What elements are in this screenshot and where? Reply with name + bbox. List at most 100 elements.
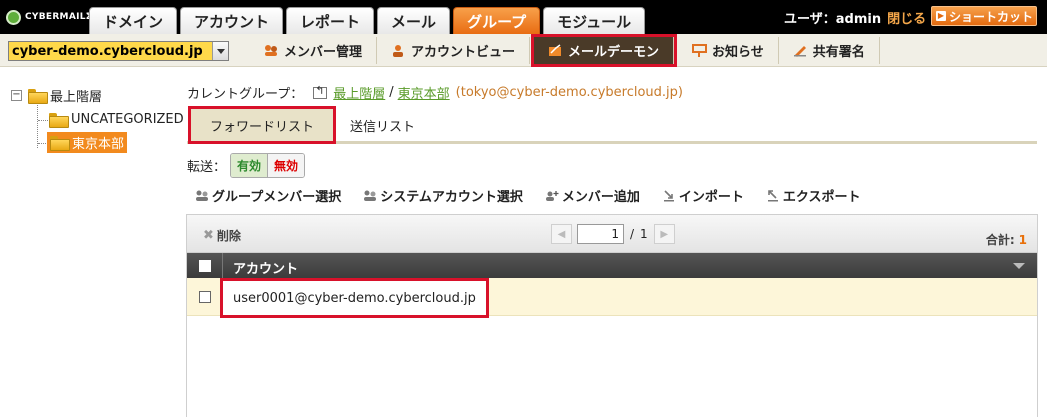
tree-node-tokyo[interactable]: 東京本部	[47, 131, 128, 153]
tree-node-root[interactable]: − 最上階層	[11, 86, 103, 105]
members-icon	[265, 45, 277, 56]
subnav-notice[interactable]: お知らせ	[678, 37, 779, 64]
pager: ◀ 1 / 1 ▶	[551, 224, 675, 244]
tab-module[interactable]: モジュール	[543, 7, 646, 34]
action-label: インポート	[678, 190, 744, 205]
breadcrumb: カレントグループ： 最上階層 / 東京本部 (tokyo@cyber-demo.…	[187, 83, 683, 103]
app-logo: CYBERMAILΣ	[6, 9, 92, 25]
signature-icon	[793, 46, 806, 57]
shortcut-label: ショートカット	[949, 9, 1034, 24]
subnav-member-management[interactable]: メンバー管理	[250, 37, 378, 64]
subnav-label: メールデーモン	[568, 45, 660, 60]
row-checkbox[interactable]	[199, 291, 211, 303]
total-value: 1	[1018, 233, 1027, 247]
subnav-label: お知らせ	[712, 45, 764, 60]
total-count: 合計: 1	[986, 231, 1027, 248]
breadcrumb-separator: /	[389, 85, 394, 100]
group-members-icon	[196, 190, 208, 201]
parent-folder-icon[interactable]	[313, 84, 328, 99]
column-header-account[interactable]: アカウント	[233, 258, 298, 277]
close-link[interactable]: 閉じる	[887, 8, 926, 27]
tab-forward-list[interactable]: フォワードリスト	[188, 106, 336, 144]
tab-report[interactable]: レポート	[286, 7, 375, 34]
action-label: システムアカウント選択	[380, 190, 523, 205]
add-member-icon	[545, 190, 559, 201]
account-view-icon	[393, 45, 404, 57]
group-sub-nav: メンバー管理 アカウントビュー メールデーモン お知らせ 共有署名	[250, 34, 880, 67]
transfer-setting: 転送： 有効 無効	[187, 153, 306, 178]
system-accounts-icon	[364, 190, 377, 201]
notice-icon	[692, 44, 708, 57]
tab-group[interactable]: グループ	[453, 7, 541, 34]
forward-list-grid: ✖ 削除 ◀ 1 / 1 ▶ 合計: 1 アカウント user0001@cyber…	[186, 214, 1038, 417]
select-all-checkbox[interactable]	[198, 259, 211, 272]
collapse-icon[interactable]: −	[11, 89, 22, 101]
tab-mail[interactable]: メール	[377, 7, 451, 34]
action-label: グループメンバー選択	[212, 190, 342, 205]
import-icon	[663, 189, 674, 201]
breadcrumb-label: カレントグループ：	[187, 87, 304, 102]
domain-select[interactable]: cyber-demo.cybercloud.jp	[8, 41, 229, 61]
sort-down-icon[interactable]	[1013, 263, 1025, 269]
total-pages: 1	[640, 227, 648, 241]
subnav-label: メンバー管理	[284, 45, 363, 60]
group-tree: − 最上階層 UNCATEGORIZED 東京本部	[0, 78, 184, 417]
export-icon	[767, 189, 778, 201]
tree-node-selected[interactable]: 東京本部	[47, 131, 128, 153]
next-page-icon[interactable]: ▶	[653, 224, 675, 244]
user-label: ユーザ：admin	[784, 11, 882, 27]
logo-mark-icon	[6, 9, 21, 25]
sub-bar: cyber-demo.cybercloud.jp メンバー管理 アカウントビュー…	[0, 34, 1047, 67]
tree-node-label: 東京本部	[72, 136, 125, 152]
select-group-members-button[interactable]: グループメンバー選択	[195, 186, 341, 205]
action-label: メンバー追加	[561, 190, 640, 205]
main-tabs: ドメイン アカウント レポート メール グループ モジュール	[89, 7, 648, 34]
subnav-label: アカウントビュー	[411, 45, 516, 60]
table-row[interactable]: user0001@cyber-demo.cybercloud.jp	[187, 278, 1037, 318]
breadcrumb-current-link[interactable]: 東京本部	[398, 83, 450, 102]
subnav-shared-signature[interactable]: 共有署名	[779, 37, 880, 64]
total-label: 合計:	[985, 233, 1015, 247]
logo-text: CYBERMAILΣ	[25, 12, 93, 22]
prev-page-icon[interactable]: ◀	[551, 224, 572, 244]
tree-node-uncategorized[interactable]: UNCATEGORIZED	[49, 110, 184, 128]
domain-select-value: cyber-demo.cybercloud.jp	[12, 43, 203, 59]
arrow-right-icon: ▶	[936, 11, 946, 21]
account-cell: user0001@cyber-demo.cybercloud.jp	[220, 278, 489, 318]
subnav-label: 共有署名	[812, 45, 865, 60]
tab-send-list[interactable]: 送信リスト	[350, 109, 415, 141]
add-member-button[interactable]: メンバー追加	[545, 186, 640, 205]
top-bar: CYBERMAILΣ ドメイン アカウント レポート メール グループ モジュー…	[0, 0, 1047, 34]
tab-domain[interactable]: ドメイン	[89, 7, 178, 34]
chevron-down-icon[interactable]	[212, 42, 228, 60]
subnav-account-view[interactable]: アカウントビュー	[377, 37, 531, 64]
shortcut-button[interactable]: ▶ ショートカット	[931, 6, 1037, 26]
transfer-off-button[interactable]: 無効	[268, 154, 305, 177]
breadcrumb-root-link[interactable]: 最上階層	[333, 83, 385, 102]
folder-icon	[49, 112, 69, 128]
transfer-on-button[interactable]: 有効	[231, 154, 269, 177]
page-input[interactable]: 1	[577, 224, 624, 244]
grid-toolbar: ✖ 削除 ◀ 1 / 1 ▶ 合計: 1	[187, 215, 1037, 253]
import-button[interactable]: インポート	[662, 186, 744, 205]
grid-header: アカウント	[187, 253, 1037, 278]
folder-icon	[50, 135, 70, 151]
transfer-toggle[interactable]: 有効 無効	[230, 153, 306, 178]
tree-node-label: 最上階層	[50, 89, 103, 105]
action-label: エクスポート	[782, 190, 861, 205]
subnav-mail-daemon[interactable]: メールデーモン	[531, 34, 678, 67]
list-tabs: フォワードリスト 送信リスト	[187, 106, 1037, 144]
delete-button[interactable]: ✖ 削除	[203, 227, 241, 244]
transfer-label: 転送：	[187, 160, 227, 175]
page-separator: /	[630, 227, 635, 241]
mail-daemon-icon	[549, 44, 562, 56]
tab-account[interactable]: アカウント	[180, 7, 284, 34]
tree-node-label: UNCATEGORIZED	[71, 111, 184, 127]
user-area: ユーザ：admin 閉じる	[784, 7, 926, 27]
header-checkbox-cell	[187, 253, 223, 278]
row-checkbox-cell	[187, 278, 223, 316]
select-system-accounts-button[interactable]: システムアカウント選択	[363, 186, 523, 205]
delete-label: 削除	[216, 229, 241, 243]
export-button[interactable]: エクスポート	[766, 186, 861, 205]
action-bar: グループメンバー選択 システムアカウント選択 メンバー追加 インポート エクスポ…	[195, 186, 883, 205]
